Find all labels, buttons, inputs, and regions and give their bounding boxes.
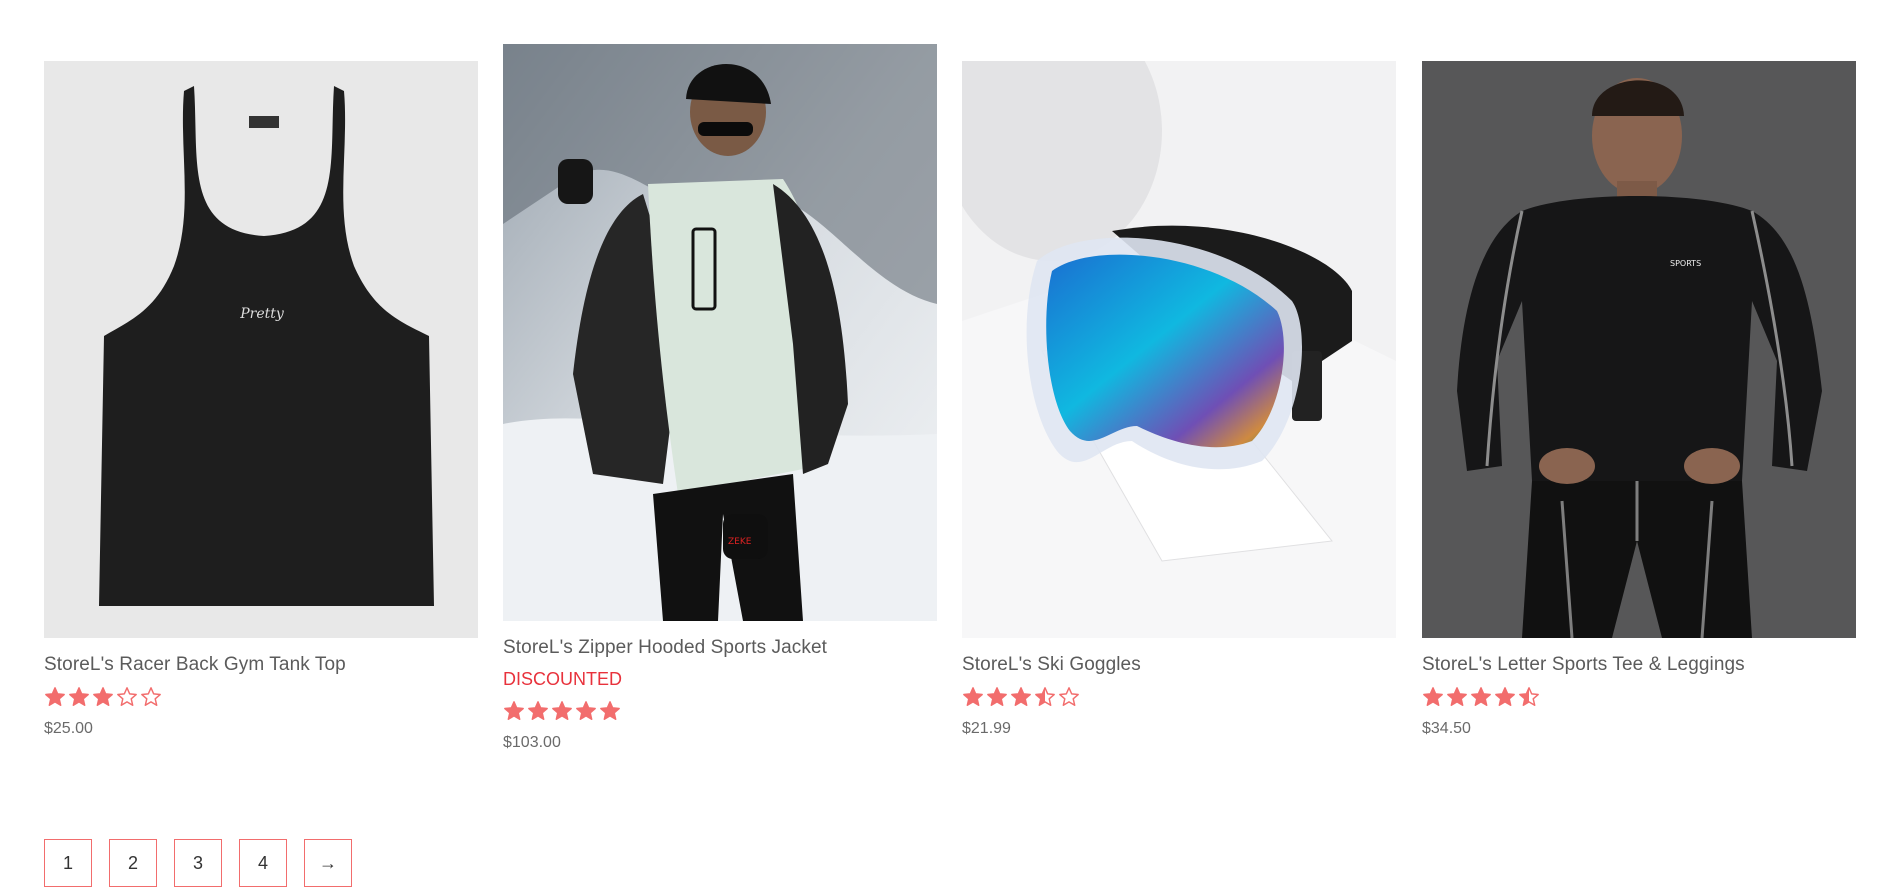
star-filled-icon <box>504 701 524 720</box>
star-half-icon <box>1519 687 1539 706</box>
next-page-button[interactable]: → <box>304 839 352 887</box>
product-card[interactable]: Pretty StoreL's Racer Back Gym Tank Top … <box>44 61 478 738</box>
rating-stars <box>962 686 1396 708</box>
star-filled-icon <box>93 687 113 706</box>
svg-text:ZEKE: ZEKE <box>728 537 752 547</box>
product-title[interactable]: StoreL's Racer Back Gym Tank Top <box>44 654 478 676</box>
product-image-ski-goggles[interactable] <box>962 61 1396 638</box>
product-price: $34.50 <box>1422 720 1471 737</box>
star-filled-icon <box>1447 687 1467 706</box>
star-filled-icon <box>1011 687 1031 706</box>
svg-text:Pretty: Pretty <box>239 306 285 322</box>
star-empty-icon <box>141 687 161 706</box>
product-image-sports-tee-leggings[interactable]: SPORTS <box>1422 61 1856 638</box>
product-card[interactable]: ZEKE StoreL's Zipper Hooded Sports Jacke… <box>503 44 937 752</box>
star-filled-icon <box>600 701 620 720</box>
product-price: $21.99 <box>962 720 1011 737</box>
product-image-ski-jacket[interactable]: ZEKE <box>503 44 937 621</box>
rating-stars <box>503 700 937 722</box>
product-price: $103.00 <box>503 734 561 751</box>
pagination: 1 2 3 4 → <box>44 839 352 887</box>
discount-badge: DISCOUNTED <box>503 669 623 689</box>
product-title[interactable]: StoreL's Zipper Hooded Sports Jacket <box>503 637 937 659</box>
star-filled-icon <box>45 687 65 706</box>
star-filled-icon <box>552 701 572 720</box>
product-title[interactable]: StoreL's Letter Sports Tee & Leggings <box>1422 654 1856 676</box>
page-button-2[interactable]: 2 <box>109 839 157 887</box>
star-filled-icon <box>576 701 596 720</box>
star-filled-icon <box>987 687 1007 706</box>
svg-text:SPORTS: SPORTS <box>1670 259 1701 268</box>
page-button-3[interactable]: 3 <box>174 839 222 887</box>
page-button-1[interactable]: 1 <box>44 839 92 887</box>
product-card[interactable]: StoreL's Ski Goggles $21.99 <box>962 61 1396 738</box>
star-half-icon <box>1035 687 1055 706</box>
star-filled-icon <box>1495 687 1515 706</box>
rating-stars <box>44 686 478 708</box>
star-filled-icon <box>69 687 89 706</box>
star-empty-icon <box>1059 687 1079 706</box>
star-empty-icon <box>117 687 137 706</box>
product-title[interactable]: StoreL's Ski Goggles <box>962 654 1396 676</box>
star-filled-icon <box>1471 687 1491 706</box>
star-filled-icon <box>528 701 548 720</box>
product-card[interactable]: SPORTS StoreL's Letter Sports Tee & Legg… <box>1422 61 1856 738</box>
product-price: $25.00 <box>44 720 93 737</box>
page-button-4[interactable]: 4 <box>239 839 287 887</box>
rating-stars <box>1422 686 1856 708</box>
star-filled-icon <box>1423 687 1443 706</box>
product-image-tank-top[interactable]: Pretty <box>44 61 478 638</box>
star-filled-icon <box>963 687 983 706</box>
